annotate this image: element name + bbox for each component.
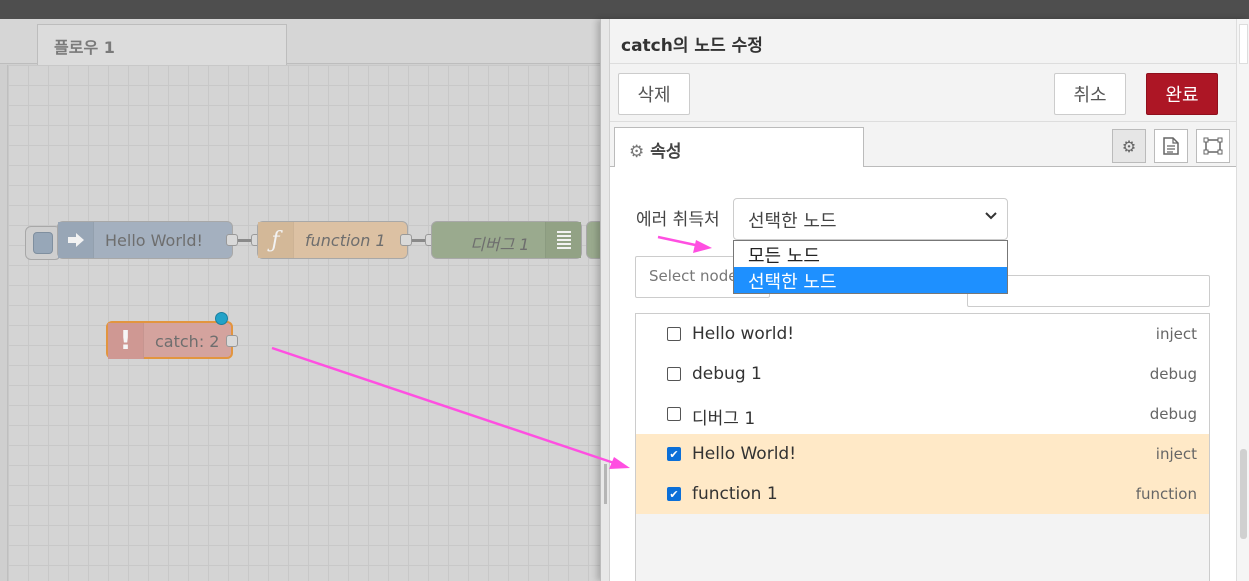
output-port[interactable] [400, 234, 412, 246]
tray-toolbar: 삭제 취소 완료 [610, 64, 1236, 122]
tab-properties[interactable]: ⚙ 속성 [614, 127, 864, 168]
node-catch-2[interactable]: ! catch: 2 [106, 321, 233, 359]
list-item[interactable]: 디버그 1 debug [636, 394, 1209, 434]
properties-form: 에러 취득처 선택한 노드 Select node 모든 노드 선택한 노드 H… [610, 167, 1236, 581]
chevron-down-icon [985, 209, 997, 225]
scope-selected-value: 선택한 노드 [748, 211, 837, 232]
tray-scrollbar[interactable] [1236, 19, 1249, 581]
node-inject-hello-world[interactable]: Hello World! [57, 221, 233, 259]
tray-title: catch의 노드 수정 [621, 36, 763, 56]
scope-dropdown: 모든 노드 선택한 노드 [733, 240, 1008, 294]
row-type: inject [1155, 445, 1197, 463]
flow-workspace: 플로우 1 [0, 19, 600, 581]
row-name: function 1 [692, 484, 778, 504]
tab-flow-1[interactable]: 플로우 1 [37, 24, 287, 65]
row-type: inject [1155, 325, 1197, 343]
changed-indicator-dot [215, 312, 228, 325]
output-port[interactable] [226, 335, 238, 347]
row-type: debug [1149, 405, 1197, 423]
list-item[interactable]: Hello world! inject [636, 314, 1209, 354]
node-debug-1[interactable]: 디버그 1 [431, 221, 582, 259]
node-label: catch: 2 [155, 332, 220, 351]
node-label: Hello World! [105, 231, 203, 250]
checkbox[interactable] [667, 367, 681, 381]
appearance-tab-button[interactable] [1196, 129, 1230, 163]
checkbox[interactable]: ✔ [667, 447, 681, 461]
frame-icon [1203, 137, 1223, 155]
option-selected-nodes[interactable]: 선택한 노드 [734, 267, 1007, 293]
inject-trigger-button[interactable] [25, 226, 61, 260]
option-all-nodes[interactable]: 모든 노드 [734, 241, 1007, 267]
done-button[interactable]: 완료 [1146, 73, 1218, 115]
scope-select[interactable]: 선택한 노드 [733, 198, 1008, 240]
tray-header: catch의 노드 수정 [610, 19, 1236, 64]
row-type: debug [1149, 365, 1197, 383]
tray-tabs: ⚙ 속성 ⚙ [610, 122, 1236, 168]
row-type: function [1135, 485, 1197, 503]
row-name: 디버그 1 [692, 409, 756, 429]
checkbox[interactable]: ✔ [667, 487, 681, 501]
flow-tab-bar: 플로우 1 [0, 19, 600, 65]
exclamation-icon: ! [108, 323, 144, 359]
node-function-1[interactable]: ƒ function 1 [257, 221, 408, 259]
list-item[interactable]: ✔ Hello World! inject [636, 434, 1209, 474]
function-icon: ƒ [258, 222, 294, 258]
cancel-button[interactable]: 취소 [1054, 73, 1126, 115]
tray-resize-handle[interactable] [601, 19, 610, 581]
gear-icon: ⚙ [629, 142, 645, 162]
workspace-left-strip [0, 65, 8, 581]
scope-label: 에러 취득처 [636, 210, 720, 230]
list-item[interactable]: ✔ function 1 function [636, 474, 1209, 514]
arrow-right-icon [58, 222, 94, 258]
row-name: Hello World! [692, 444, 797, 464]
check-icon: ✔ [669, 487, 679, 501]
node-list: Hello world! inject debug 1 debug 디버그 1 … [635, 313, 1210, 581]
check-icon: ✔ [669, 447, 679, 461]
checkbox[interactable] [667, 407, 681, 421]
list-icon [545, 222, 581, 258]
flow-canvas[interactable] [8, 65, 600, 581]
edit-tray: catch의 노드 수정 삭제 취소 완료 ⚙ 속성 ⚙ 에러 취득처 선택한 노… [600, 19, 1249, 581]
gear-icon: ⚙ [1121, 136, 1137, 156]
checkbox[interactable] [667, 327, 681, 341]
settings-tab-button[interactable]: ⚙ [1112, 129, 1146, 163]
description-tab-button[interactable] [1154, 129, 1188, 163]
tab-label: 속성 [650, 142, 682, 162]
row-name: Hello world! [692, 324, 795, 344]
node-label: function 1 [305, 231, 386, 250]
delete-button[interactable]: 삭제 [618, 73, 690, 115]
document-icon [1163, 137, 1179, 155]
output-port[interactable] [226, 234, 238, 246]
list-item[interactable]: debug 1 debug [636, 354, 1209, 394]
row-name: debug 1 [692, 364, 762, 384]
node-label: 디버그 1 [470, 235, 530, 254]
top-bar [0, 0, 1249, 19]
